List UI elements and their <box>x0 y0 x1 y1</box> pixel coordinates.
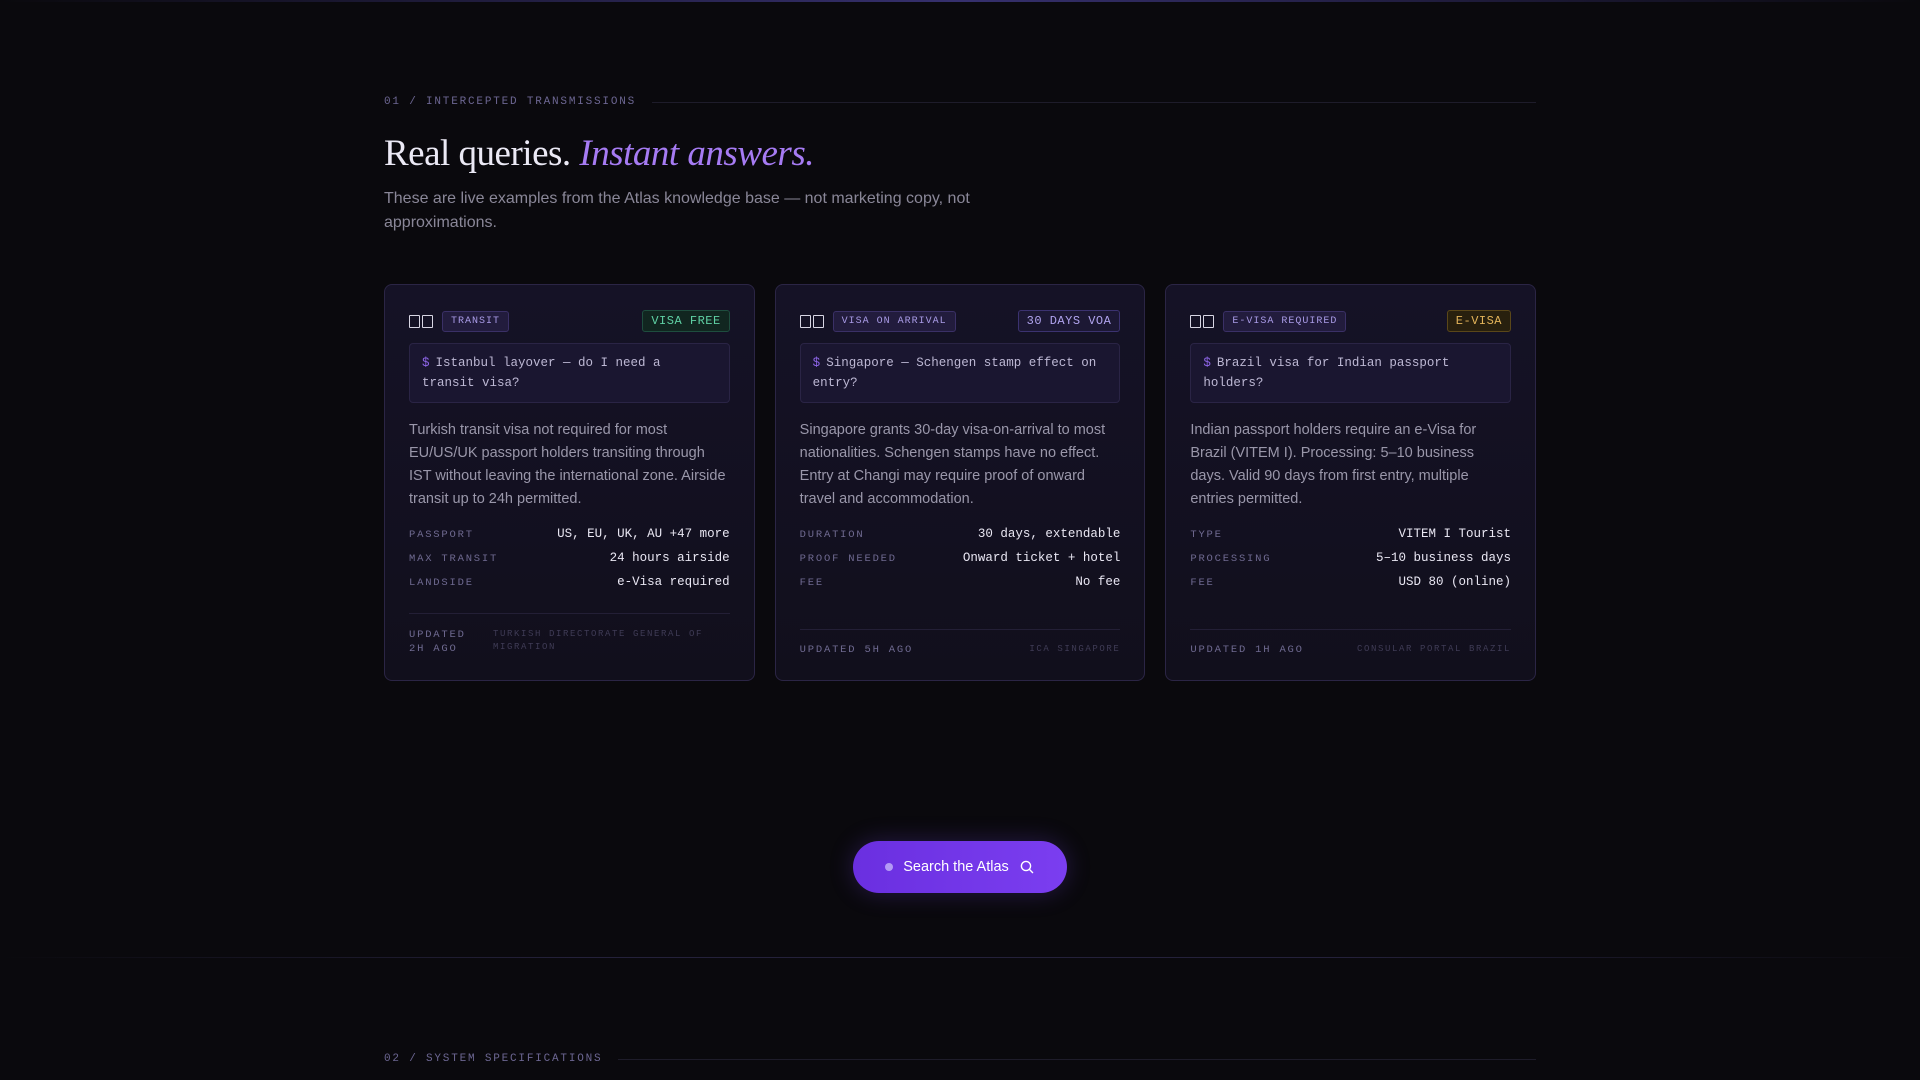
search-atlas-label: Search the Atlas <box>903 859 1009 875</box>
fact-row: PROCESSING 5–10 business days <box>1190 551 1511 575</box>
flag-icon <box>1190 314 1215 328</box>
updated-timestamp: UPDATED 1H AGO <box>1190 644 1304 656</box>
section-description: These are live examples from the Atlas k… <box>384 190 970 231</box>
status-badge: E-VISA <box>1446 310 1512 332</box>
facts-list: DURATION 30 days, extendable PROOF NEEDE… <box>800 527 1121 599</box>
query-box: $ Istanbul layover — do I need a transit … <box>409 343 730 403</box>
query-text: Istanbul layover — do I need a transit v… <box>422 356 661 390</box>
search-atlas-button[interactable]: Search the Atlas <box>853 841 1067 893</box>
fact-key: PROOF NEEDED <box>799 553 897 565</box>
facts-list: PASSPORT US, EU, UK, AU +47 more MAX TRA… <box>409 527 730 599</box>
fact-key: MAX TRANSIT <box>409 553 499 565</box>
category-tag: VISA ON ARRIVAL <box>832 310 956 332</box>
answer-text: Singapore grants 30-day visa-on-arrival … <box>799 422 1106 507</box>
fact-value: VITEM I Tourist <box>1398 527 1512 541</box>
headline-accent: Instant answers. <box>579 133 814 174</box>
source-label: ICA SINGAPORE <box>1029 644 1121 654</box>
card-header: TRANSIT VISA FREE <box>409 309 730 333</box>
card-footer: UPDATED 5H AGO ICA SINGAPORE <box>799 629 1121 656</box>
card-header: VISA ON ARRIVAL 30 DAYS VOA <box>799 309 1121 333</box>
query-text: Singapore — Schengen stamp effect on ent… <box>812 356 1097 390</box>
fact-value: US, EU, UK, AU +47 more <box>557 527 730 541</box>
section-header-intercepted: 01 / INTERCEPTED TRANSMISSIONS <box>384 96 1536 108</box>
flag-icon <box>409 314 433 328</box>
fact-key: PROCESSING <box>1190 553 1272 565</box>
updated-timestamp: UPDATED 2H AGO <box>409 629 466 655</box>
source-label: CONSULAR PORTAL BRAZIL <box>1356 644 1512 654</box>
prompt-symbol: $ <box>1203 356 1211 370</box>
answer-text: Indian passport holders require an e-Vis… <box>1190 422 1477 507</box>
status-dot-icon <box>885 863 894 871</box>
section-label: 02 / SYSTEM SPECIFICATIONS <box>384 1053 603 1065</box>
fact-key: FEE <box>799 577 824 589</box>
fact-value: 24 hours airside <box>609 551 730 565</box>
example-card-transit[interactable]: TRANSIT VISA FREE $ Istanbul layover — do… <box>384 284 755 681</box>
section-rule <box>652 101 1536 103</box>
fact-row: FEE No fee <box>800 575 1121 599</box>
query-box: $ Brazil visa for Indian passport holders… <box>1190 343 1512 403</box>
section-divider <box>0 957 1920 958</box>
example-cards: TRANSIT VISA FREE $ Istanbul layover — do… <box>384 284 1537 681</box>
fact-row: LANDSIDE e-Visa required <box>409 575 730 599</box>
fact-value: 30 days, extendable <box>977 527 1121 541</box>
fact-key: FEE <box>1190 577 1215 589</box>
fact-row: FEE USD 80 (online) <box>1190 575 1511 599</box>
fact-value: 5–10 business days <box>1375 551 1512 565</box>
fact-value: USD 80 (online) <box>1398 575 1512 589</box>
card-header-left: VISA ON ARRIVAL <box>799 310 956 332</box>
source-label: TURKISH DIRECTORATE GENERAL OF MIGRATION <box>493 629 704 652</box>
card-header-left: TRANSIT <box>409 310 510 332</box>
prompt-symbol: $ <box>422 356 430 370</box>
fact-row: DURATION 30 days, extendable <box>800 527 1121 551</box>
fact-row: MAX TRANSIT 24 hours airside <box>409 551 730 575</box>
query-text: Brazil visa for Indian passport holders? <box>1203 356 1450 390</box>
section-rule <box>618 1058 1536 1060</box>
headline-plain: Real queries. <box>384 133 571 174</box>
card-header-left: E-VISA REQUIRED <box>1190 310 1347 332</box>
example-card-voa[interactable]: VISA ON ARRIVAL 30 DAYS VOA $ Singapore —… <box>774 284 1146 681</box>
status-badge: VISA FREE <box>642 310 730 332</box>
fact-row: PROOF NEEDED Onward ticket + hotel <box>800 551 1121 575</box>
fact-row: PASSPORT US, EU, UK, AU +47 more <box>409 527 730 551</box>
fact-row: TYPE VITEM I Tourist <box>1190 527 1511 551</box>
fact-value: e-Visa required <box>617 575 730 589</box>
updated-timestamp: UPDATED 5H AGO <box>799 644 914 656</box>
top-accent-line <box>0 0 1920 2</box>
answer-text: Turkish transit visa not required for mo… <box>409 422 726 507</box>
card-footer: UPDATED 1H AGO CONSULAR PORTAL BRAZIL <box>1190 629 1512 656</box>
prompt-symbol: $ <box>812 356 821 370</box>
card-footer: UPDATED 2H AGO TURKISH DIRECTORATE GENER… <box>409 613 730 656</box>
fact-key: LANDSIDE <box>409 577 474 589</box>
fact-value: Onward ticket + hotel <box>962 551 1121 565</box>
facts-list: TYPE VITEM I Tourist PROCESSING 5–10 bus… <box>1190 527 1511 599</box>
card-header: E-VISA REQUIRED E-VISA <box>1190 309 1512 333</box>
fact-key: PASSPORT <box>409 529 474 541</box>
category-tag: E-VISA REQUIRED <box>1223 310 1347 332</box>
fact-value: No fee <box>1075 575 1121 589</box>
fact-key: TYPE <box>1190 529 1223 541</box>
query-box: $ Singapore — Schengen stamp effect on en… <box>799 343 1121 403</box>
example-card-evisa[interactable]: E-VISA REQUIRED E-VISA $ Brazil visa for … <box>1165 284 1537 681</box>
section-header-specifications: 02 / SYSTEM SPECIFICATIONS <box>384 1053 1536 1065</box>
flag-icon <box>799 314 824 328</box>
category-tag: TRANSIT <box>442 310 510 332</box>
section-label: 01 / INTERCEPTED TRANSMISSIONS <box>384 96 637 108</box>
search-icon <box>1019 859 1035 875</box>
page-title: Real queries. Instant answers. <box>384 132 814 175</box>
status-badge: 30 DAYS VOA <box>1017 310 1121 332</box>
fact-key: DURATION <box>799 529 865 541</box>
